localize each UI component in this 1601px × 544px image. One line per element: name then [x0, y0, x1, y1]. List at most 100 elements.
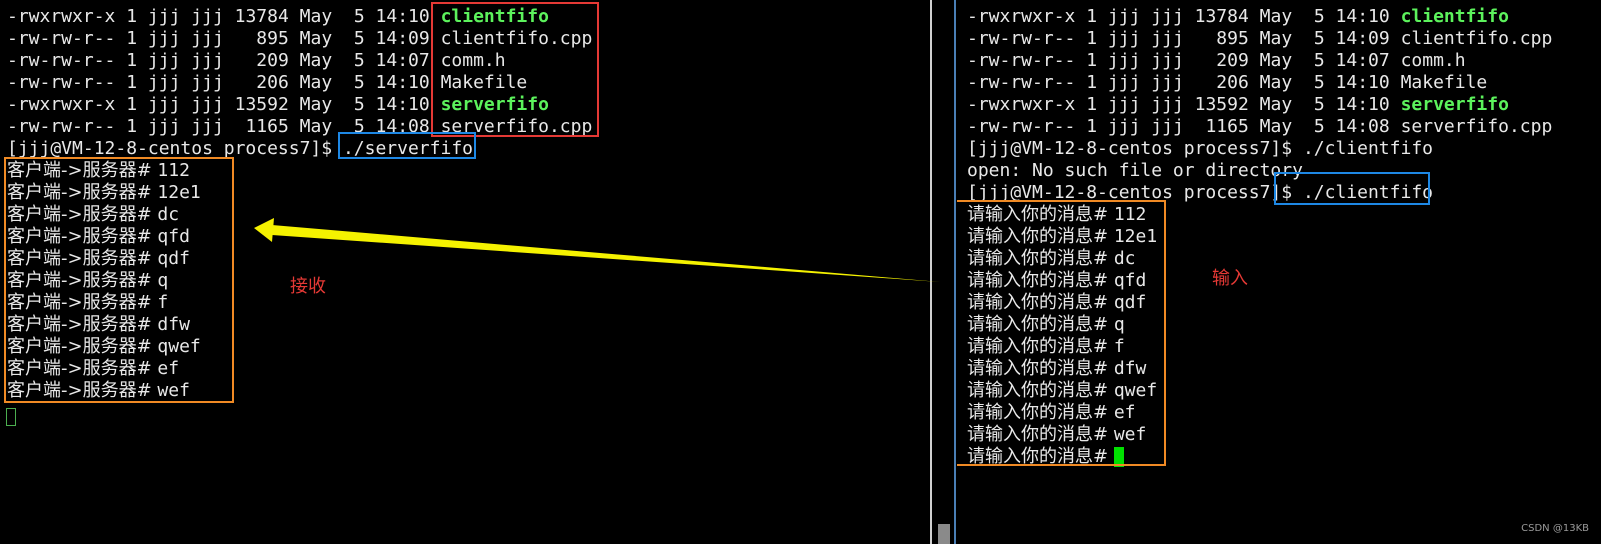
listing-perms: -rwxrwxr-x: [7, 6, 116, 27]
listing-group: jjj: [1151, 72, 1184, 93]
error-message: open: No such file or directory: [967, 160, 1303, 181]
client-terminal-pane[interactable]: total 48 -rwxrwxr-x 1 jjj jjj 13784 May 5…: [957, 0, 1601, 544]
listing-group: jjj: [1151, 28, 1184, 49]
listing-time: 14:07: [375, 50, 430, 71]
listing-time: 14:07: [1335, 50, 1390, 71]
listing-group: jjj: [1151, 6, 1184, 27]
listing-time: 14:10: [1335, 72, 1390, 93]
listing-filename: serverfifo.cpp: [1400, 116, 1553, 137]
receive-annotation: 接收: [290, 276, 326, 297]
client-command-highlight-box: [1274, 172, 1430, 205]
listing-day: 5: [343, 94, 365, 115]
listing-month: May: [1259, 6, 1293, 27]
listing-links: 1: [1086, 72, 1098, 93]
listing-day: 5: [343, 72, 365, 93]
input-annotation: 输入: [1212, 268, 1248, 289]
listing-user: jjj: [1107, 28, 1141, 49]
listing-links: 1: [126, 28, 138, 49]
listing-user: jjj: [1107, 116, 1141, 137]
listing-filename: clientfifo: [1400, 6, 1509, 27]
listing-month: May: [299, 72, 333, 93]
listing-month: May: [299, 116, 333, 137]
listing-user: jjj: [147, 6, 181, 27]
listing-perms: -rw-rw-r--: [967, 72, 1076, 93]
listing-size: 1165: [1194, 116, 1249, 137]
listing-links: 1: [1086, 116, 1098, 137]
received-messages-highlight-box: [4, 157, 234, 403]
shell-prompt: [jjj@VM-12-8-centos process7]$: [967, 138, 1303, 159]
splitter-border-right: [954, 0, 956, 544]
listing-day: 5: [1303, 50, 1325, 71]
partial-line-text: total 48: [967, 0, 1054, 2]
listing-perms: -rw-rw-r--: [7, 28, 116, 49]
listing-user: jjj: [1107, 6, 1141, 27]
client-listing-row: -rwxrwxr-x 1 jjj jjj 13784 May 5 14:10 c…: [967, 6, 1552, 28]
server-terminal-pane[interactable]: total 48 -rwxrwxr-x 1 jjj jjj 13784 May 5…: [0, 0, 930, 544]
listing-links: 1: [1086, 50, 1098, 71]
shell-prompt: [jjj@VM-12-8-centos process7]$: [7, 138, 343, 159]
error-line: open: No such file or directory: [967, 160, 1552, 182]
listing-filename: clientfifo.cpp: [1400, 28, 1553, 49]
server-command-highlight-box: [338, 132, 476, 159]
partial-line-text: total 48: [7, 0, 94, 2]
listing-day: 5: [1303, 28, 1325, 49]
listing-group: jjj: [191, 50, 224, 71]
listing-perms: -rw-rw-r--: [7, 50, 116, 71]
listing-group: jjj: [1151, 50, 1184, 71]
listing-month: May: [1259, 28, 1293, 49]
listing-size: 209: [1194, 50, 1249, 71]
listing-links: 1: [1086, 6, 1098, 27]
listing-filenames-highlight-box: [431, 2, 599, 137]
listing-time: 14:10: [1335, 94, 1390, 115]
listing-month: May: [299, 50, 333, 71]
listing-links: 1: [1086, 94, 1098, 115]
client-listing-row: -rw-rw-r-- 1 jjj jjj 206 May 5 14:10 Mak…: [967, 72, 1552, 94]
listing-links: 1: [126, 72, 138, 93]
listing-size: 13784: [234, 6, 289, 27]
scrollbar-thumb[interactable]: [938, 524, 950, 544]
listing-month: May: [299, 94, 333, 115]
listing-month: May: [299, 28, 333, 49]
listing-size: 206: [234, 72, 289, 93]
listing-links: 1: [126, 116, 138, 137]
listing-user: jjj: [147, 28, 181, 49]
listing-day: 5: [1303, 6, 1325, 27]
listing-perms: -rw-rw-r--: [967, 50, 1076, 71]
listing-perms: -rw-rw-r--: [967, 116, 1076, 137]
listing-group: jjj: [1151, 94, 1184, 115]
client-first-command: ./clientfifo: [1302, 138, 1433, 159]
listing-user: jjj: [147, 94, 181, 115]
listing-perms: -rw-rw-r--: [7, 72, 116, 93]
listing-group: jjj: [1151, 116, 1184, 137]
listing-filename: Makefile: [1400, 72, 1488, 93]
scrollbar-track[interactable]: [930, 0, 957, 544]
listing-user: jjj: [1107, 50, 1141, 71]
client-listing-row: -rw-rw-r-- 1 jjj jjj 895 May 5 14:09 cli…: [967, 28, 1552, 50]
listing-month: May: [299, 6, 333, 27]
client-listing-row: -rw-rw-r-- 1 jjj jjj 209 May 5 14:07 com…: [967, 50, 1552, 72]
listing-group: jjj: [191, 94, 224, 115]
listing-perms: -rw-rw-r--: [7, 116, 116, 137]
listing-perms: -rw-rw-r--: [967, 28, 1076, 49]
pane-splitter[interactable]: [930, 0, 957, 544]
listing-month: May: [1259, 50, 1293, 71]
input-messages-highlight-box: [957, 200, 1166, 466]
listing-day: 5: [1303, 94, 1325, 115]
listing-group: jjj: [191, 116, 224, 137]
client-listing-row: -rwxrwxr-x 1 jjj jjj 13592 May 5 14:10 s…: [967, 94, 1552, 116]
listing-day: 5: [1303, 72, 1325, 93]
listing-size: 206: [1194, 72, 1249, 93]
listing-size: 13592: [1194, 94, 1249, 115]
listing-links: 1: [126, 94, 138, 115]
listing-user: jjj: [1107, 72, 1141, 93]
listing-day: 5: [343, 50, 365, 71]
listing-size: 1165: [234, 116, 289, 137]
listing-links: 1: [126, 6, 138, 27]
listing-size: 13592: [234, 94, 289, 115]
listing-links: 1: [1086, 28, 1098, 49]
listing-filename: serverfifo: [1400, 94, 1509, 115]
listing-size: 895: [1194, 28, 1249, 49]
listing-filename: comm.h: [1400, 50, 1466, 71]
listing-time: 14:10: [375, 94, 430, 115]
listing-user: jjj: [147, 72, 181, 93]
